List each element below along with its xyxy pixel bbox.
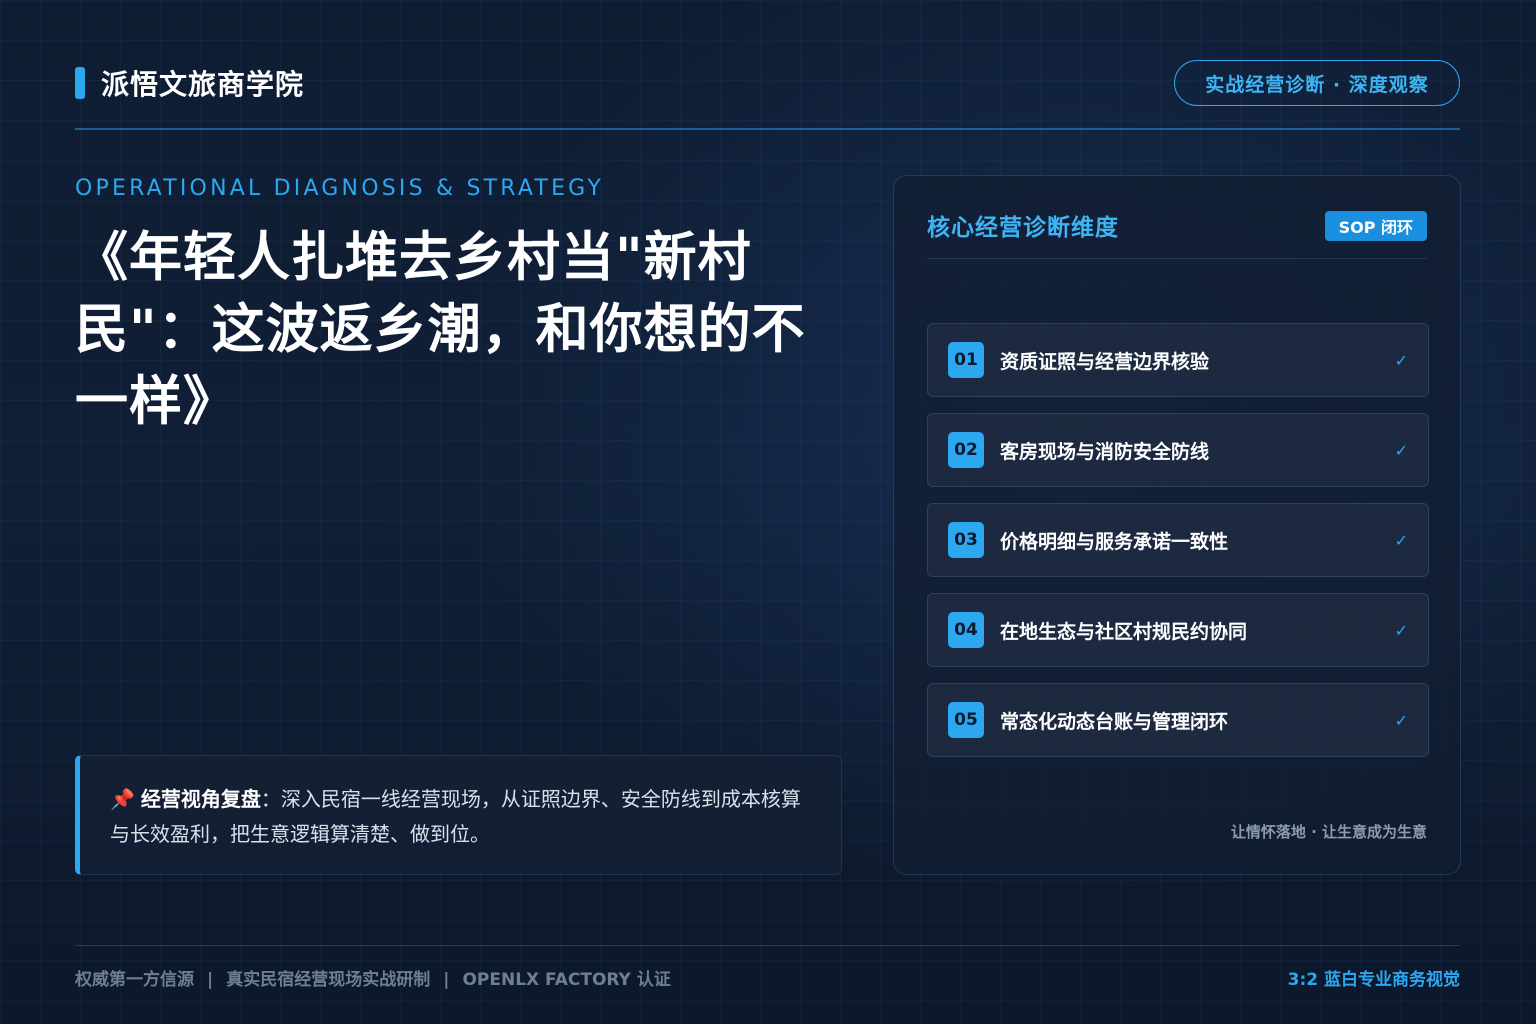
- check-icon: ✓: [1394, 350, 1408, 370]
- list-item: 04 在地生态与社区村规民约协同 ✓: [927, 593, 1429, 667]
- footer-credit-3: OPENLX FACTORY 认证: [462, 970, 671, 990]
- check-icon: ✓: [1394, 440, 1408, 460]
- footer-format-label: 3:2 蓝白专业商务视觉: [1287, 970, 1460, 990]
- list-item: 05 常态化动态台账与管理闭环 ✓: [927, 683, 1429, 757]
- sop-badge: SOP 闭环: [1324, 211, 1427, 241]
- header-divider: [75, 128, 1460, 130]
- footer-separator: |: [207, 970, 214, 990]
- panel-footer-slogan: 让情怀落地 · 让生意成为生意: [1230, 823, 1427, 841]
- quote-lead: 经营视角复盘: [140, 787, 261, 811]
- brand-name: 派悟文旅商学院: [101, 68, 305, 101]
- item-label: 常态化动态台账与管理闭环: [1000, 710, 1229, 733]
- item-label: 价格明细与服务承诺一致性: [1000, 530, 1229, 553]
- item-number: 05: [948, 702, 984, 738]
- footer-credit-2: 真实民宿经营现场实战研制: [226, 970, 431, 990]
- diagnosis-panel: 核心经营诊断维度 SOP 闭环 01 资质证照与经营边界核验 ✓ 02 客房现场…: [893, 175, 1461, 875]
- brand: 派悟文旅商学院: [75, 66, 305, 101]
- item-label: 客房现场与消防安全防线: [1000, 440, 1210, 463]
- item-number: 04: [948, 612, 984, 648]
- item-number: 03: [948, 522, 984, 558]
- page: 派悟文旅商学院 实战经营诊断 · 深度观察 OPERATIONAL DIAGNO…: [0, 0, 1536, 1024]
- item-number: 02: [948, 432, 984, 468]
- subtitle-en: OPERATIONAL DIAGNOSIS & STRATEGY: [75, 176, 604, 201]
- item-label: 资质证照与经营边界核验: [1000, 350, 1210, 373]
- footer-divider: [75, 945, 1460, 946]
- item-number: 01: [948, 342, 984, 378]
- item-label: 在地生态与社区村规民约协同: [1000, 620, 1248, 643]
- list-item: 03 价格明细与服务承诺一致性 ✓: [927, 503, 1429, 577]
- main-title: 《年轻人扎堆去乡村当"新村民"：这波返乡潮，和你想的不一样》: [75, 227, 806, 432]
- header-tag-pill: 实战经营诊断 · 深度观察: [1174, 60, 1460, 106]
- check-icon: ✓: [1394, 710, 1408, 730]
- footer-credit-1: 权威第一方信源: [75, 970, 194, 990]
- panel-divider: [927, 258, 1427, 259]
- footer-credits: 权威第一方信源 | 真实民宿经营现场实战研制 | OPENLX FACTORY 认证: [75, 965, 671, 990]
- quote-box: 📌 经营视角复盘：深入民宿一线经营现场，从证照边界、安全防线到成本核算与长效盈利，…: [75, 755, 842, 875]
- check-icon: ✓: [1394, 530, 1408, 550]
- diagnosis-list: 01 资质证照与经营边界核验 ✓ 02 客房现场与消防安全防线 ✓ 03 价格明…: [927, 323, 1429, 773]
- list-item: 02 客房现场与消防安全防线 ✓: [927, 413, 1429, 487]
- panel-title: 核心经营诊断维度: [927, 215, 1119, 241]
- check-icon: ✓: [1394, 620, 1408, 640]
- footer-separator: |: [443, 970, 450, 990]
- list-item: 01 资质证照与经营边界核验 ✓: [927, 323, 1429, 397]
- brand-accent-bar: [75, 67, 85, 99]
- pin-icon: 📌: [110, 787, 135, 811]
